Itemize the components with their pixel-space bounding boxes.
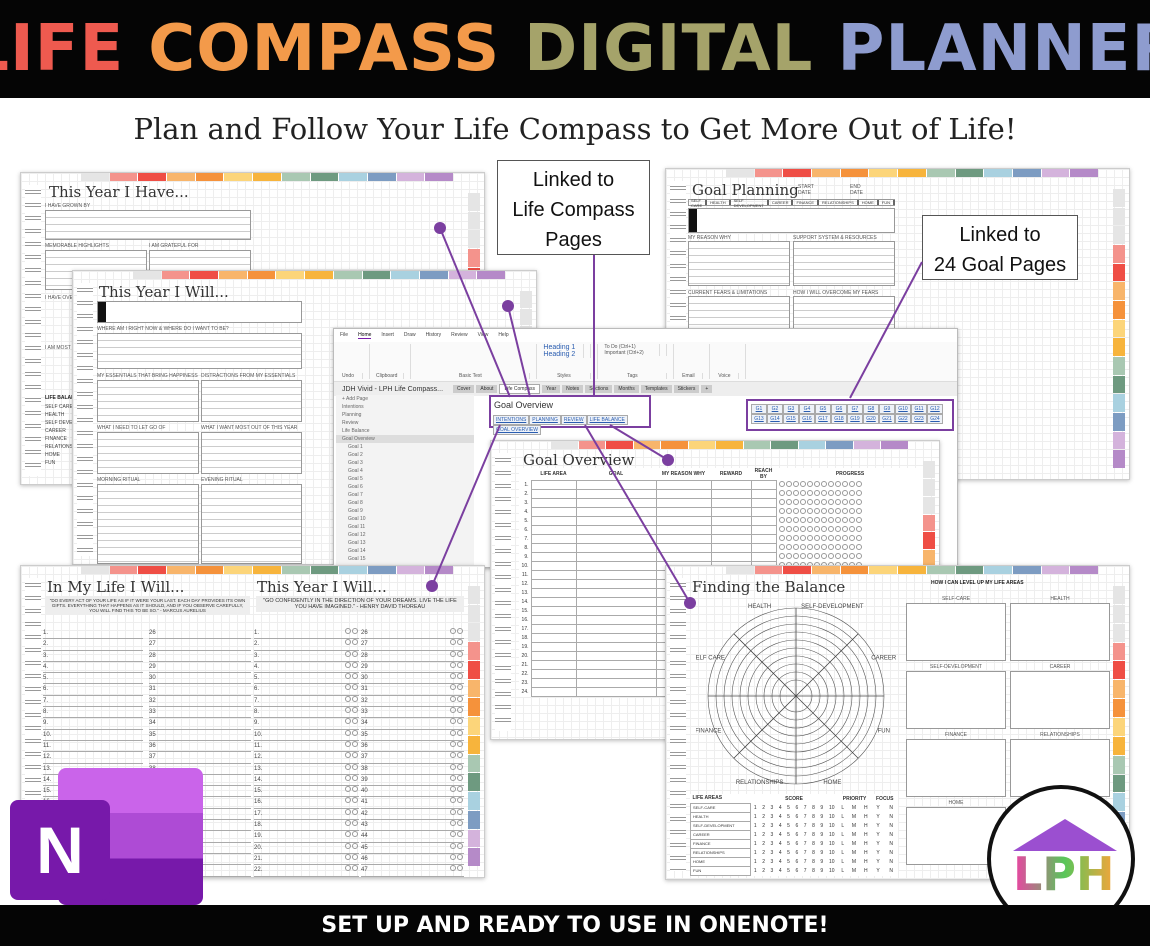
connector-dot: [434, 222, 446, 234]
connector-line: [431, 424, 501, 587]
lph-letters: LPH: [1013, 847, 1115, 901]
connector-dot: [502, 300, 514, 312]
connector-dot: [426, 580, 438, 592]
connector-dot: [662, 454, 674, 466]
connector-line: [507, 305, 531, 398]
connector-line: [584, 424, 691, 604]
footer-banner: SET UP AND READY TO USE IN ONENOTE!: [0, 905, 1150, 946]
onenote-logo-badge: N: [10, 800, 110, 900]
connector-line: [439, 227, 511, 398]
connector-dot: [684, 597, 696, 609]
connector-line: [609, 424, 669, 461]
connector-line: [849, 261, 923, 399]
